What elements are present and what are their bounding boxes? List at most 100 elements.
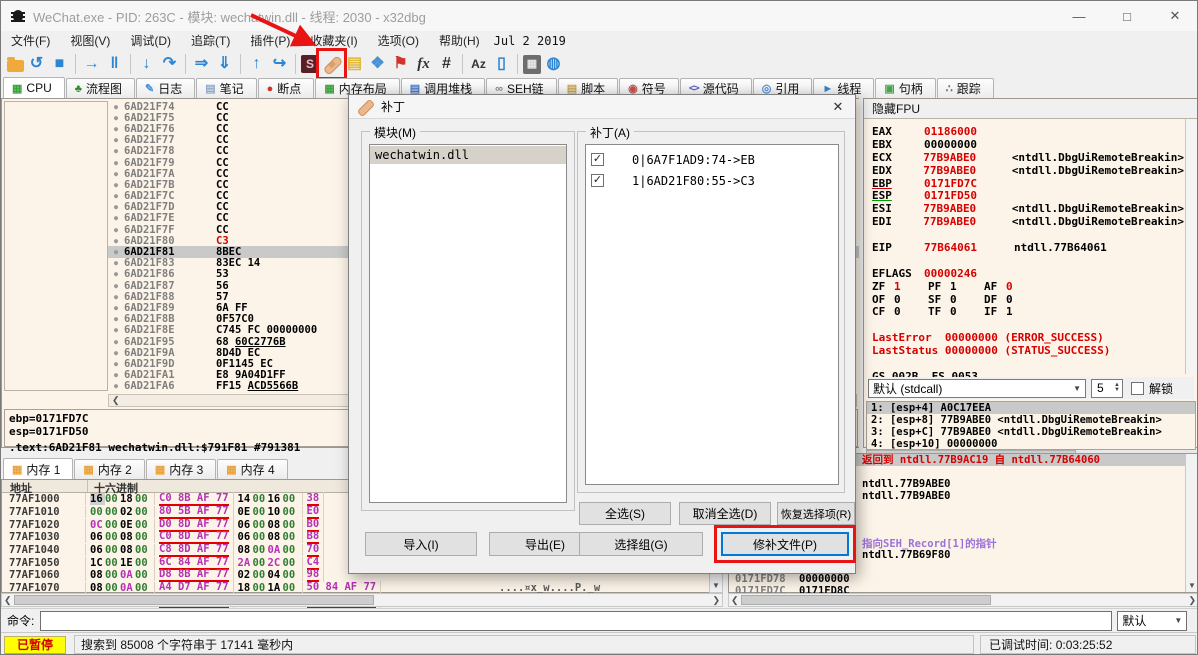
breakpoint-dot-icon[interactable]: ● xyxy=(108,147,124,155)
stack-hscrollbar[interactable]: ❮ ❯ xyxy=(728,593,1197,607)
breakpoint-dot-icon[interactable]: ● xyxy=(108,159,124,167)
deselect-all-button[interactable]: 取消全选(D) xyxy=(679,502,771,525)
breakpoint-dot-icon[interactable]: ● xyxy=(108,293,124,301)
register-row[interactable]: ESP 0171FD50 xyxy=(872,189,1184,202)
argument-row[interactable]: 1: [esp+4] A0C17EEA xyxy=(867,402,1195,414)
step-over-icon[interactable]: ↷ xyxy=(159,53,180,75)
tab-graph[interactable]: ♣ 流程图 xyxy=(65,78,135,98)
select-group-button[interactable]: 选择组(G) xyxy=(579,532,703,556)
breakpoint-dot-icon[interactable]: ● xyxy=(108,226,124,234)
arg-count-stepper[interactable]: 5 ▲ ▼ xyxy=(1091,378,1123,398)
tab-breakpoints[interactable]: ● 断点 xyxy=(257,78,315,98)
register-gap[interactable] xyxy=(872,228,1184,241)
register-row[interactable]: EDX 77B9ABE0 <ntdll.DbgUiRemoteBreakin> xyxy=(872,164,1184,177)
breakpoint-dot-icon[interactable]: ● xyxy=(108,237,124,245)
register-row[interactable]: LastStatus 00000000 (STATUS_SUCCESS) xyxy=(872,344,1184,357)
dump-hscrollbar[interactable]: ❮ ❯ xyxy=(1,593,723,607)
functions-icon[interactable]: fx xyxy=(413,53,434,75)
maximize-button[interactable]: □ xyxy=(1103,1,1151,31)
close-button[interactable]: ✕ xyxy=(1151,1,1197,31)
patch-list[interactable]: ✓ 0|6A7F1AD9:74->EB ✓ 1|6AD21F80:55->C3 xyxy=(585,144,839,485)
register-row[interactable]: ESI 77B9ABE0 <ntdll.DbgUiRemoteBreakin> xyxy=(872,202,1184,215)
comments-icon[interactable]: ▤ xyxy=(344,53,365,75)
notify-icon[interactable]: ▯ xyxy=(491,53,512,75)
breakpoint-dot-icon[interactable]: ● xyxy=(108,103,124,111)
patch-list-item[interactable]: ✓ 1|6AD21F80:55->C3 xyxy=(586,170,838,191)
breakpoint-dot-icon[interactable]: ● xyxy=(108,371,124,379)
command-input[interactable] xyxy=(40,610,1113,631)
stop-icon[interactable]: ■ xyxy=(49,53,70,75)
register-row[interactable]: EIP 77B64061 ntdll.77B64061 xyxy=(872,241,1184,254)
menu-item-4[interactable]: 追踪(T) xyxy=(181,32,240,49)
module-list-item[interactable]: wechatwin.dll xyxy=(370,146,566,164)
open-file-icon[interactable] xyxy=(7,56,24,72)
hash-icon[interactable]: # xyxy=(436,53,457,75)
menu-item-3[interactable]: 调试(D) xyxy=(120,32,181,49)
register-row[interactable]: OF 0 SF 0 DF 0 xyxy=(872,293,1184,306)
menu-item-7[interactable]: 选项(O) xyxy=(368,32,429,49)
breakpoint-dot-icon[interactable]: ● xyxy=(108,248,124,256)
breakpoint-dot-icon[interactable]: ● xyxy=(108,349,124,357)
register-row[interactable]: EBP 0171FD7C xyxy=(872,177,1184,190)
command-profile-select[interactable]: 默认 ▼ xyxy=(1117,610,1188,631)
tab-trace[interactable]: ∴ 跟踪 xyxy=(936,78,994,98)
register-gap[interactable] xyxy=(872,254,1184,267)
argument-row[interactable]: 4: [esp+10] 00000000 xyxy=(867,438,1195,449)
execute-till-return-icon[interactable]: ↑ xyxy=(246,53,267,75)
breakpoint-dot-icon[interactable]: ● xyxy=(108,170,124,178)
calling-convention-select[interactable]: 默认 (stdcall) ▼ xyxy=(868,378,1086,398)
stepper-arrows-icon[interactable]: ▲ ▼ xyxy=(1114,382,1122,393)
menu-item-5[interactable]: 插件(P) xyxy=(240,32,300,49)
breakpoint-dot-icon[interactable]: ● xyxy=(108,125,124,133)
tab-log[interactable]: ✎ 日志 xyxy=(135,78,196,98)
breakpoint-dot-icon[interactable]: ● xyxy=(108,304,124,312)
breakpoint-dot-icon[interactable]: ● xyxy=(108,259,124,267)
patch-dialog-title-bar[interactable]: 补丁 ✕ xyxy=(349,95,855,119)
breakpoint-dot-icon[interactable]: ● xyxy=(108,203,124,211)
register-row[interactable]: ZF 1 PF 1 AF 0 xyxy=(872,280,1184,293)
memory-tab-4[interactable]: ▦ 内存 4 xyxy=(217,459,288,479)
import-button[interactable]: 导入(I) xyxy=(365,532,477,556)
run-to-return-icon[interactable]: ⇒ xyxy=(191,53,212,75)
unlock-checkbox[interactable] xyxy=(1131,381,1144,395)
breakpoint-dot-icon[interactable]: ● xyxy=(108,326,124,334)
breakpoint-dot-icon[interactable]: ● xyxy=(108,136,124,144)
patch-icon[interactable] xyxy=(316,48,347,80)
breakpoint-dot-icon[interactable]: ● xyxy=(108,315,124,323)
module-list[interactable]: wechatwin.dll xyxy=(369,144,567,503)
breakpoint-dot-icon[interactable]: ● xyxy=(108,282,124,290)
step-out-icon[interactable]: ⇓ xyxy=(214,53,235,75)
register-row[interactable]: EDI 77B9ABE0 <ntdll.DbgUiRemoteBreakin> xyxy=(872,215,1184,228)
register-gap[interactable] xyxy=(872,318,1184,331)
stack-row[interactable]: 0171FD78 00000000 xyxy=(729,573,1197,585)
registers-scrollbar[interactable] xyxy=(1185,119,1197,374)
memory-tab-2[interactable]: ▦ 内存 2 xyxy=(74,459,145,479)
menu-item-1[interactable]: 文件(F) xyxy=(1,32,60,49)
menu-item-6[interactable]: 收藏夹(I) xyxy=(300,32,367,49)
breakpoint-dot-icon[interactable]: ● xyxy=(108,214,124,222)
run-icon[interactable]: → xyxy=(81,53,102,75)
breakpoint-dot-icon[interactable]: ● xyxy=(108,192,124,200)
stack-vscrollbar[interactable]: ▼ xyxy=(1185,454,1197,592)
menu-item-2[interactable]: 视图(V) xyxy=(60,32,120,49)
tab-notes[interactable]: ▤ 笔记 xyxy=(196,78,257,98)
breakpoint-dot-icon[interactable]: ● xyxy=(108,114,124,122)
patch-list-item[interactable]: ✓ 0|6A7F1AD9:74->EB xyxy=(586,149,838,170)
bookmarks-icon[interactable]: ⚑ xyxy=(390,53,411,75)
register-gap[interactable] xyxy=(872,357,1184,370)
patch-checkbox[interactable]: ✓ xyxy=(591,174,604,187)
menu-item-8[interactable]: 帮助(H) xyxy=(429,32,490,49)
strings-icon[interactable]: S xyxy=(301,55,319,73)
breakpoint-dot-icon[interactable]: ● xyxy=(108,382,124,390)
patch-checkbox[interactable]: ✓ xyxy=(591,153,604,166)
dialog-close-button[interactable]: ✕ xyxy=(821,95,855,119)
argument-row[interactable]: 3: [esp+C] 77B9ABE0 <ntdll.DbgUiRemoteBr… xyxy=(867,426,1195,438)
hide-fpu-button[interactable]: 隐藏FPU xyxy=(864,99,1197,119)
memory-tab-1[interactable]: ▦ 内存 1 xyxy=(3,458,74,479)
labels-icon[interactable]: ❖ xyxy=(367,53,388,75)
tab-handles[interactable]: ▣ 句柄 xyxy=(875,78,936,98)
run-to-user-code-icon[interactable]: ↪ xyxy=(269,53,290,75)
select-all-button[interactable]: 全选(S) xyxy=(579,502,671,525)
memory-tab-3[interactable]: ▦ 内存 3 xyxy=(145,459,217,479)
tab-cpu[interactable]: ▦ CPU xyxy=(3,77,65,98)
